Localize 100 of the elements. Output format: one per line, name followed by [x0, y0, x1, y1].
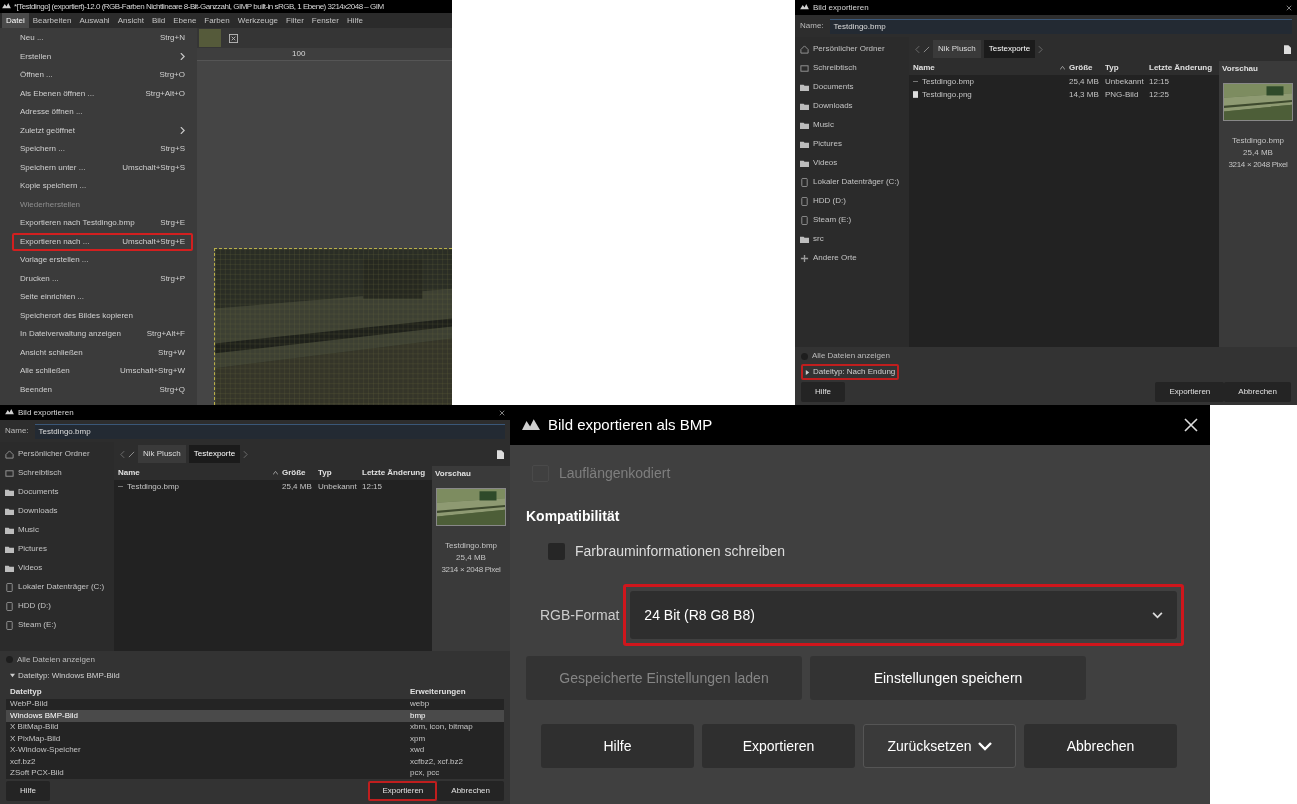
filetype-expander[interactable]: Dateityp: Windows BMP-Bild [6, 667, 124, 684]
menu-bar-item[interactable]: Filter [282, 13, 308, 28]
sidebar-item[interactable]: Downloads [800, 101, 909, 111]
sidebar-item[interactable]: Andere Orte [800, 253, 909, 263]
menu-item[interactable]: Speicherort des Bildes kopieren [12, 306, 193, 325]
path-button[interactable]: Nik Plusch [933, 40, 981, 58]
sidebar-item[interactable]: Documents [5, 487, 114, 497]
menu-item[interactable]: Adresse öffnen ... [12, 103, 193, 122]
dialog-button[interactable]: Zurücksetzen [863, 724, 1016, 768]
filetype-expander[interactable]: Dateityp: Nach Endung [801, 364, 900, 380]
sidebar-item[interactable]: Lokaler Datenträger (C:) [5, 582, 114, 592]
menu-item[interactable]: Speichern unter ... Umschalt+Strg+S [12, 158, 193, 177]
new-folder-icon[interactable] [497, 449, 504, 459]
sidebar-item[interactable]: Persönlicher Ordner [5, 449, 114, 459]
dialog-title: Bild exportieren als BMP [548, 414, 713, 435]
checkbox-label: Farbrauminformationen schreiben [575, 542, 786, 561]
sidebar-item[interactable]: Music [800, 120, 909, 130]
path-button[interactable]: Testexporte [983, 40, 1036, 58]
folder-icon [800, 234, 809, 244]
sidebar-item[interactable]: src [800, 234, 909, 244]
menu-item[interactable]: Drucken ... Strg+P [12, 269, 193, 288]
filetype-row[interactable]: Windows BMP-Bild bmp [6, 710, 504, 722]
menu-bar-item[interactable]: Fenster [307, 13, 343, 28]
menu-item[interactable]: In Dateiverwaltung anzeigen Strg+Alt+F [12, 325, 193, 344]
filetype-row[interactable]: xcf.bz2 xcfbz2, xcf.bz2 [6, 756, 504, 768]
sort-icon[interactable] [273, 471, 278, 475]
menu-bar-item[interactable]: Ansicht [113, 13, 148, 28]
ruler-label: 100 [292, 48, 306, 60]
dialog-button[interactable]: Abbrechen [1224, 382, 1291, 402]
preview-name: Testdingo.bmp [1232, 135, 1284, 147]
menu-item[interactable]: Erstellen [12, 47, 193, 66]
menu-bar-item[interactable]: Auswahl [75, 13, 114, 28]
menu-bar-item[interactable]: Bearbeiten [28, 13, 76, 28]
sidebar-item[interactable]: HDD (D:) [5, 601, 114, 611]
menu-bar-item[interactable]: Ebene [169, 13, 201, 28]
menu-item[interactable]: Kopie speichern ... [12, 177, 193, 196]
menu-item[interactable]: Exportieren nach ... Umschalt+Strg+E [12, 232, 193, 251]
sidebar-item[interactable]: Documents [800, 82, 909, 92]
menu-item[interactable]: Zuletzt geöffnet [12, 121, 193, 140]
sidebar-item[interactable]: Pictures [800, 139, 909, 149]
menu-item[interactable]: Beenden Strg+Q [12, 380, 193, 399]
dialog-button[interactable]: Abbrechen [1024, 724, 1177, 768]
sidebar-item[interactable]: Videos [800, 158, 909, 168]
menu-bar-item[interactable]: Werkzeuge [233, 13, 283, 28]
sidebar-item[interactable]: Persönlicher Ordner [800, 44, 909, 54]
menu-bar-item[interactable]: Farben [200, 13, 234, 28]
menu-item[interactable]: Ansicht schließen Strg+W [12, 343, 193, 362]
rgb-format-dropdown[interactable]: 24 Bit (R8 G8 B8) [630, 591, 1177, 639]
dialog-button[interactable]: Hilfe [6, 781, 50, 801]
dialog-button[interactable]: Exportieren [368, 781, 438, 801]
sort-icon[interactable] [1060, 66, 1065, 70]
sidebar-item[interactable]: HDD (D:) [800, 196, 909, 206]
close-icon[interactable] [229, 33, 238, 43]
sidebar-item[interactable]: Schreibtisch [800, 63, 909, 73]
sidebar-item[interactable]: Videos [5, 563, 114, 573]
name-label: Name: [5, 425, 29, 437]
sidebar-item[interactable]: Lokaler Datenträger (C:) [800, 177, 909, 187]
file-row[interactable]: Testdingo.bmp 25,4 MB Unbekannt 12:15 [114, 480, 432, 493]
menu-item[interactable]: Neu ... Strg+N [12, 29, 193, 48]
dialog-button[interactable]: Hilfe [541, 724, 694, 768]
file-row[interactable]: Testdingo.bmp 25,4 MB Unbekannt 12:15 [909, 75, 1219, 88]
name-field[interactable]: Testdingo.bmp [34, 423, 505, 439]
sidebar-item[interactable]: Pictures [5, 544, 114, 554]
menu-item[interactable]: Öffnen ... Strg+O [12, 66, 193, 85]
checkbox[interactable] [548, 543, 565, 560]
menu-item[interactable]: Seite einrichten ... [12, 288, 193, 307]
dialog-button[interactable]: Hilfe [801, 382, 845, 402]
menu-item[interactable]: Speichern ... Strg+S [12, 140, 193, 159]
filetype-row[interactable]: X-Window-Speicher xwd [6, 744, 504, 756]
desktop-icon [5, 468, 14, 478]
menu-item[interactable]: Exportieren nach Testdingo.bmp Strg+E [12, 214, 193, 233]
file-list-header: Name Größe Typ Letzte Änderung [912, 62, 1214, 74]
sidebar-item[interactable]: Steam (E:) [800, 215, 909, 225]
new-folder-icon[interactable] [1284, 44, 1291, 54]
sidebar-item[interactable]: Music [5, 525, 114, 535]
dialog-button[interactable]: Abbrechen [437, 781, 504, 801]
path-button[interactable]: Nik Plusch [138, 445, 186, 463]
image-thumbnail-tab[interactable] [199, 29, 221, 47]
sidebar-item[interactable]: Steam (E:) [5, 620, 114, 630]
filetype-row[interactable]: ZSoft PCX-Bild pcx, pcc [6, 767, 504, 779]
menu-bar-item[interactable]: Hilfe [342, 13, 367, 28]
dialog-button[interactable]: Exportieren [1155, 382, 1225, 402]
window-title: *[Testdingo] (exportiert)-12.0 (RGB-Farben Nichtlineare 8-Bit-Ganzzahl, GIMP built-in sRGB, 1 Ebene) 3214x2048 – GIM [14, 0, 384, 13]
name-field[interactable]: Testdingo.bmp [829, 18, 1292, 34]
menu-bar-item[interactable]: Bild [147, 13, 170, 28]
filetype-row[interactable]: X BitMap-Bild xbm, icon, bitmap [6, 721, 504, 733]
settings-button[interactable]: Einstellungen speichern [810, 656, 1086, 700]
filetype-row[interactable]: WebP-Bild webp [6, 698, 504, 710]
file-row[interactable]: Testdingo.png 14,3 MB PNG-Bild 12:25 [909, 88, 1219, 101]
path-button[interactable]: Testexporte [188, 445, 241, 463]
menu-item[interactable]: Als Ebenen öffnen ... Strg+Alt+O [12, 84, 193, 103]
menu-bar-item[interactable]: Datei [2, 13, 29, 28]
filetype-row[interactable]: X PixMap-Bild xpm [6, 733, 504, 745]
sidebar-item[interactable]: Schreibtisch [5, 468, 114, 478]
sidebar-item[interactable]: Downloads [5, 506, 114, 516]
chevron-down-icon [1152, 611, 1163, 619]
menu-item[interactable]: Alle schließen Umschalt+Strg+W [12, 362, 193, 381]
dialog-button[interactable]: Exportieren [702, 724, 855, 768]
menu-item[interactable]: Vorlage erstellen ... [12, 251, 193, 270]
checkbox-label: Alle Dateien anzeigen [812, 350, 890, 362]
